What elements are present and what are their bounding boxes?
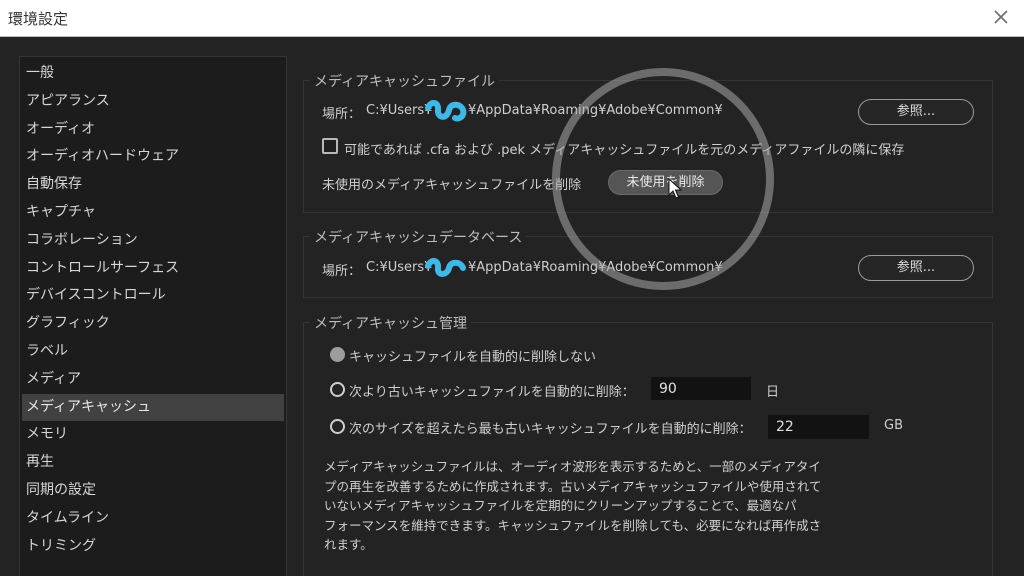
older-than-days-input[interactable]	[651, 377, 751, 400]
redacted-username	[425, 258, 466, 277]
close-button[interactable]	[990, 6, 1012, 28]
radio-older-than[interactable]	[330, 382, 345, 397]
sidebar-item-media-cache[interactable]: メディアキャッシュ	[22, 393, 284, 422]
save-next-to-media-label: 可能であれば .cfa および .pek メディアキャッシュファイルを元のメディ…	[344, 143, 905, 158]
sidebar-item-graphics[interactable]: グラフィック	[20, 310, 286, 338]
radio-older-than-label: 次より古いキャッシュファイルを自動的に削除：	[349, 385, 635, 400]
sidebar-item-sync-settings[interactable]: 同期の設定	[20, 477, 286, 505]
cache-db-path-suffix: ¥AppData¥Roaming¥Adobe¥Common¥	[468, 260, 723, 275]
close-icon	[994, 10, 1008, 24]
sidebar-item-control-surface[interactable]: コントロールサーフェス	[20, 255, 286, 283]
cache-files-path-prefix: C:¥Users¥	[366, 103, 433, 118]
sidebar-item-audio-hardware[interactable]: オーディオハードウェア	[20, 143, 286, 171]
sidebar-item-timeline[interactable]: タイムライン	[20, 505, 286, 533]
size-limit-input[interactable]	[768, 415, 869, 439]
description-line: プの再生を改善するために作成されます。古いメディアキャッシュファイルや使用されて	[324, 478, 822, 494]
description-line: いないメディアキャッシュファイルを定期的にクリーンアップすることで、最適なパ	[324, 498, 797, 513]
cache-files-browse-button[interactable]: 参照...	[858, 99, 974, 125]
cache-db-path-prefix: C:¥Users¥	[366, 260, 433, 275]
cache-db-browse-button[interactable]: 参照...	[858, 255, 974, 281]
older-than-unit: 日	[766, 385, 780, 400]
save-next-to-media-checkbox[interactable]	[322, 138, 338, 154]
sidebar: 一般 アピアランス オーディオ オーディオハードウェア 自動保存 キャプチャ コ…	[19, 56, 287, 576]
media-cache-files-title: メディアキャッシュファイル	[310, 71, 500, 91]
description-line: メディアキャッシュファイルは、オーディオ波形を表示するためと、一部のメディアタイ	[324, 459, 821, 474]
radio-exceeds-size[interactable]	[330, 419, 345, 434]
sidebar-item-collaboration[interactable]: コラボレーション	[20, 227, 286, 255]
sidebar-item-media[interactable]: メディア	[20, 366, 286, 394]
radio-no-delete[interactable]	[330, 347, 345, 362]
description-line: フォーマンスを維持できます。キャッシュファイルを削除しても、必要になれば再作成さ	[324, 517, 822, 533]
media-cache-description: メディアキャッシュファイルは、オーディオ波形を表示するためと、一部のメディアタイ…	[324, 457, 864, 555]
description-line: れます。	[324, 537, 373, 552]
sidebar-item-playback[interactable]: 再生	[20, 449, 286, 477]
sidebar-item-device-control[interactable]: デバイスコントロール	[20, 282, 286, 310]
sidebar-item-trim[interactable]: トリミング	[20, 533, 286, 561]
sidebar-item-general[interactable]: 一般	[20, 60, 286, 88]
window-title: 環境設定	[8, 10, 69, 28]
sidebar-item-labels[interactable]: ラベル	[20, 338, 286, 366]
cache-files-location-label: 場所：	[322, 107, 362, 122]
cache-db-location-label: 場所：	[322, 264, 362, 279]
radio-no-delete-label: キャッシュファイルを自動的に削除しない	[349, 350, 597, 365]
sidebar-item-audio[interactable]: オーディオ	[20, 116, 286, 144]
radio-exceeds-size-label: 次のサイズを超えたら最も古いキャッシュファイルを自動的に削除：	[349, 422, 752, 437]
size-limit-unit: GB	[884, 418, 903, 433]
sidebar-item-appearance[interactable]: アピアランス	[20, 88, 286, 116]
cache-files-path-suffix: ¥AppData¥Roaming¥Adobe¥Common¥	[468, 103, 723, 118]
media-cache-management-title: メディアキャッシュ管理	[310, 313, 472, 333]
sidebar-item-capture[interactable]: キャプチャ	[20, 199, 286, 227]
redacted-username	[425, 100, 467, 122]
delete-unused-label: 未使用のメディアキャッシュファイルを削除	[322, 178, 582, 193]
media-cache-db-title: メディアキャッシュデータベース	[310, 227, 527, 247]
delete-unused-button[interactable]: 未使用を削除	[608, 170, 723, 195]
sidebar-item-memory[interactable]: メモリ	[20, 421, 286, 449]
title-bar: 環境設定	[0, 0, 1024, 37]
sidebar-item-auto-save[interactable]: 自動保存	[20, 171, 286, 199]
